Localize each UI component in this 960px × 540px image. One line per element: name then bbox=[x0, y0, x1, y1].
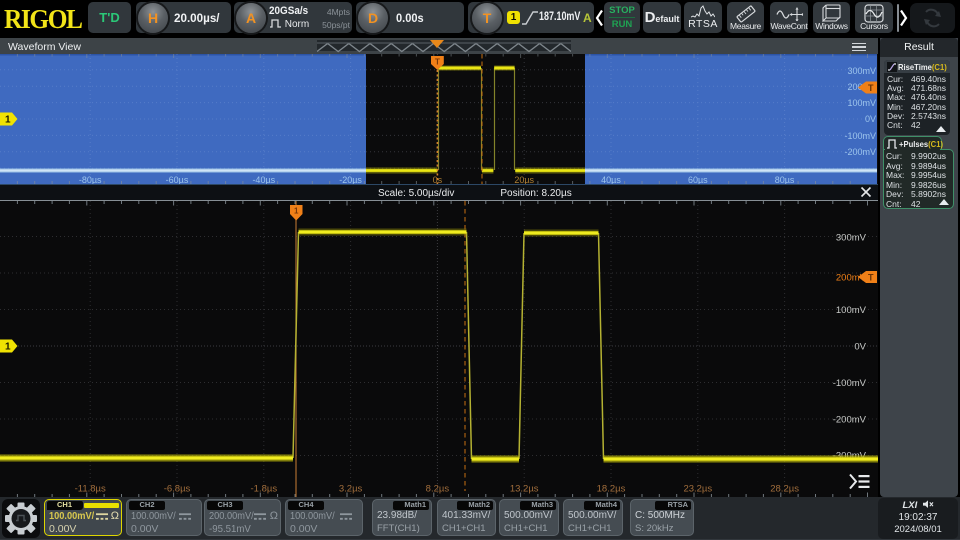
svg-text:100mV: 100mV bbox=[836, 305, 867, 316]
svg-text:300mV: 300mV bbox=[847, 66, 876, 76]
svg-text:8.2µs: 8.2µs bbox=[426, 484, 450, 495]
svg-text:100mV: 100mV bbox=[847, 98, 876, 108]
svg-text:-6.8µs: -6.8µs bbox=[164, 484, 191, 495]
svg-text:-100mV: -100mV bbox=[833, 378, 867, 389]
svg-text:-100mV: -100mV bbox=[844, 131, 876, 141]
svg-text:0V: 0V bbox=[854, 342, 866, 353]
svg-text:-200mV: -200mV bbox=[844, 147, 876, 157]
svg-text:T: T bbox=[868, 273, 874, 283]
svg-text:1: 1 bbox=[5, 342, 11, 353]
svg-text:T: T bbox=[868, 83, 874, 93]
svg-text:-80µs: -80µs bbox=[79, 175, 102, 184]
svg-text:23.2µs: 23.2µs bbox=[683, 484, 712, 495]
svg-text:-1.8µs: -1.8µs bbox=[251, 484, 278, 495]
svg-text:300mV: 300mV bbox=[836, 233, 867, 244]
svg-text:1: 1 bbox=[294, 207, 299, 216]
svg-text:13.2µs: 13.2µs bbox=[510, 484, 539, 495]
svg-text:80µs: 80µs bbox=[775, 175, 795, 184]
svg-text:18.2µs: 18.2µs bbox=[597, 484, 626, 495]
svg-text:28.2µs: 28.2µs bbox=[770, 484, 799, 495]
svg-text:-60µs: -60µs bbox=[166, 175, 189, 184]
svg-text:0V: 0V bbox=[865, 114, 876, 124]
svg-text:60µs: 60µs bbox=[688, 175, 708, 184]
svg-text:-40µs: -40µs bbox=[252, 175, 275, 184]
svg-text:T: T bbox=[435, 58, 440, 67]
svg-text:3.2µs: 3.2µs bbox=[339, 484, 363, 495]
svg-text:-11.8µs: -11.8µs bbox=[75, 484, 106, 495]
svg-text:40µs: 40µs bbox=[601, 175, 621, 184]
svg-text:20µs: 20µs bbox=[514, 175, 534, 184]
svg-text:-20µs: -20µs bbox=[339, 175, 362, 184]
svg-text:1: 1 bbox=[5, 115, 11, 126]
svg-text:-200mV: -200mV bbox=[833, 415, 867, 426]
